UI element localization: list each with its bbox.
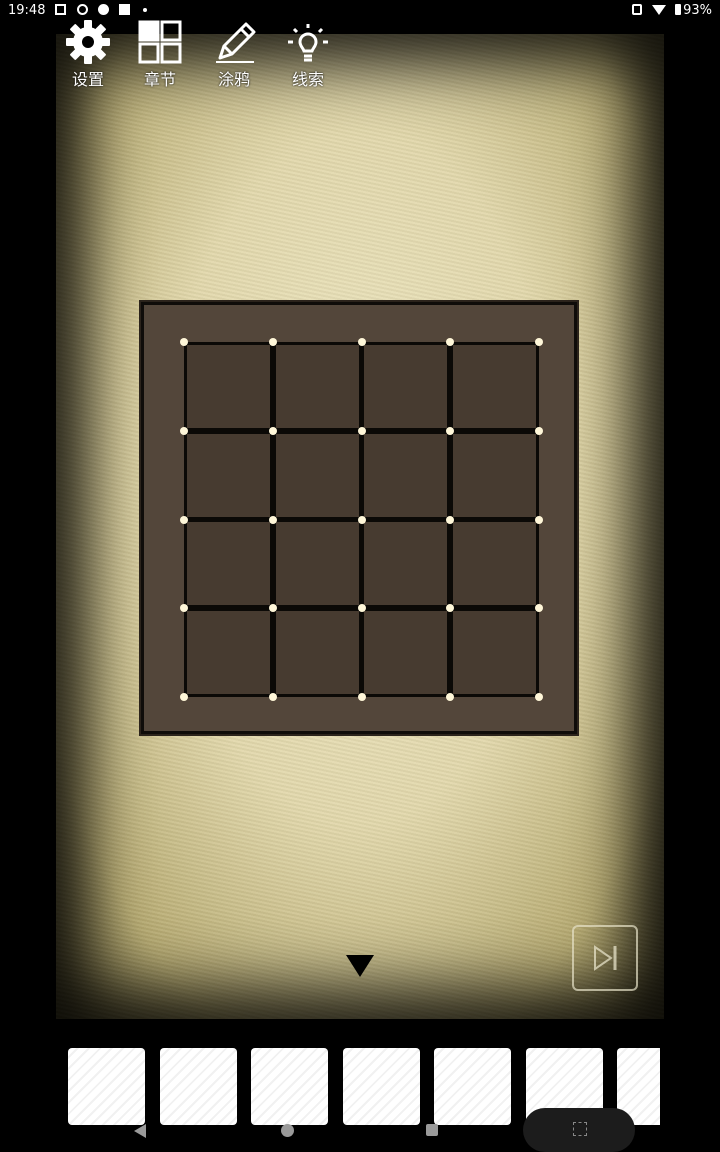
home-icon[interactable] <box>281 1124 294 1137</box>
graffiti-label: 涂鸦 <box>217 70 250 89</box>
vibrate-icon <box>632 4 642 15</box>
grid-node[interactable] <box>446 426 455 435</box>
grid-icon <box>138 20 182 64</box>
down-arrow-icon[interactable] <box>346 955 374 977</box>
pencil-icon <box>216 22 256 63</box>
grid-node[interactable] <box>268 426 277 435</box>
settings-button[interactable]: 设置 <box>56 18 120 90</box>
chat-notification-icon <box>98 4 109 15</box>
puzzle-cell[interactable] <box>186 522 270 606</box>
grid-node[interactable] <box>180 515 188 524</box>
puzzle-cell[interactable] <box>364 433 448 517</box>
grid-node[interactable] <box>535 426 543 435</box>
puzzle-cell[interactable] <box>453 433 537 517</box>
puzzle-cell[interactable] <box>453 522 537 606</box>
grid-node[interactable] <box>268 604 277 613</box>
skip-forward-icon <box>594 945 617 971</box>
grid-node[interactable] <box>357 604 366 613</box>
status-time: 19:48 <box>8 3 46 18</box>
grid-node[interactable] <box>180 426 188 435</box>
battery-percent: 93% <box>683 3 712 18</box>
puzzle-cell[interactable] <box>275 611 359 695</box>
square-notification-icon <box>119 4 130 15</box>
puzzle-cell[interactable] <box>186 611 270 695</box>
puzzle-cell[interactable] <box>186 433 270 517</box>
puzzle-cell[interactable] <box>275 522 359 606</box>
puzzle-cell[interactable] <box>364 611 448 695</box>
grid-node[interactable] <box>446 693 455 701</box>
grid-node[interactable] <box>357 426 366 435</box>
grid-node[interactable] <box>357 338 366 346</box>
settings-label: 设置 <box>71 70 104 89</box>
chapters-button[interactable]: 章节 <box>128 18 192 90</box>
screenshot-icon <box>573 1122 587 1136</box>
grid-node[interactable] <box>535 515 543 524</box>
puzzle-grid <box>180 338 543 701</box>
puzzle-cell[interactable] <box>453 344 537 428</box>
battery-icon <box>675 4 681 15</box>
dot-notification-icon <box>143 8 147 12</box>
puzzle-cell[interactable] <box>186 344 270 428</box>
grid-node[interactable] <box>535 693 543 701</box>
image-notification-icon <box>55 4 66 15</box>
back-icon[interactable] <box>134 1124 146 1138</box>
puzzle-cell[interactable] <box>275 433 359 517</box>
puzzle-cell[interactable] <box>453 611 537 695</box>
lightbulb-icon <box>288 24 328 62</box>
grid-node[interactable] <box>357 515 366 524</box>
hint-label: 线索 <box>291 70 324 89</box>
puzzle-cell[interactable] <box>364 344 448 428</box>
grid-node[interactable] <box>180 338 188 346</box>
circle-notification-icon <box>77 4 88 15</box>
grid-node[interactable] <box>446 515 455 524</box>
grid-node[interactable] <box>535 604 543 613</box>
grid-node[interactable] <box>180 693 188 701</box>
graffiti-button[interactable]: 涂鸦 <box>202 18 266 90</box>
grid-node[interactable] <box>268 338 277 346</box>
grid-node[interactable] <box>268 693 277 701</box>
grid-node[interactable] <box>357 693 366 701</box>
skip-button[interactable] <box>572 925 638 991</box>
grid-node[interactable] <box>535 338 543 346</box>
grid-node[interactable] <box>268 515 277 524</box>
puzzle-cell[interactable] <box>275 344 359 428</box>
system-nav-bar <box>0 1108 720 1152</box>
puzzle-box <box>141 302 577 734</box>
gear-icon <box>66 20 110 64</box>
recents-icon[interactable] <box>426 1124 438 1136</box>
puzzle-cell[interactable] <box>364 522 448 606</box>
chapters-label: 章节 <box>143 70 176 89</box>
hint-button[interactable]: 线索 <box>276 18 340 90</box>
app-pill[interactable] <box>523 1108 635 1152</box>
wifi-icon <box>652 5 666 15</box>
